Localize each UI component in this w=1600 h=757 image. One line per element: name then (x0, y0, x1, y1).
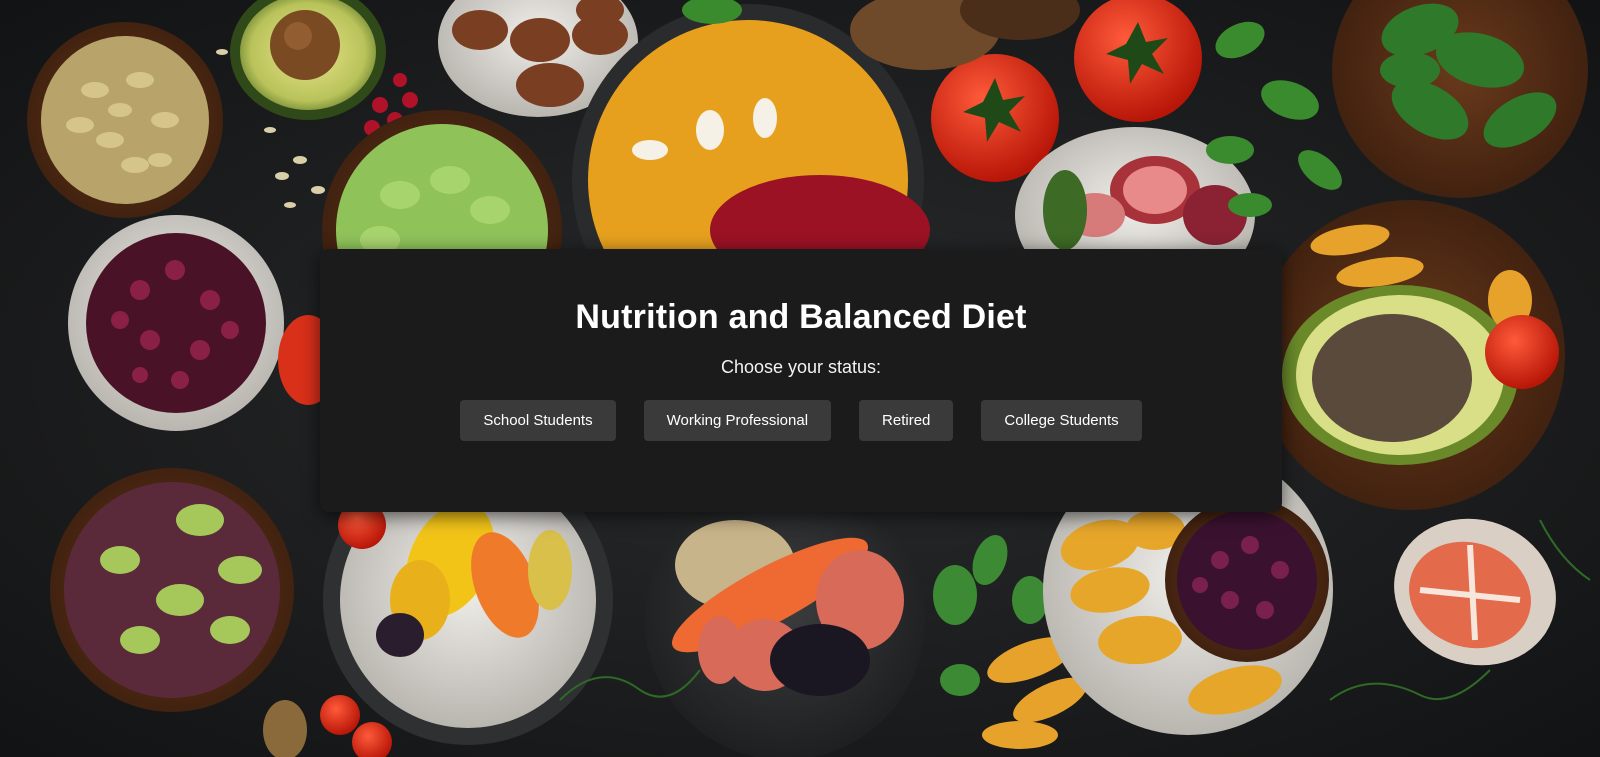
page: Nutrition and Balanced Diet Choose your … (0, 0, 1600, 757)
working-professional-button[interactable]: Working Professional (643, 400, 832, 441)
status-selection-card: Nutrition and Balanced Diet Choose your … (320, 249, 1282, 512)
page-title: Nutrition and Balanced Diet (575, 298, 1027, 336)
status-button-group: School Students Working Professional Ret… (320, 400, 1282, 441)
retired-button[interactable]: Retired (859, 400, 954, 441)
status-prompt: Choose your status: (720, 357, 882, 377)
school-students-button[interactable]: School Students (460, 400, 616, 441)
college-students-button[interactable]: College Students (981, 400, 1142, 441)
